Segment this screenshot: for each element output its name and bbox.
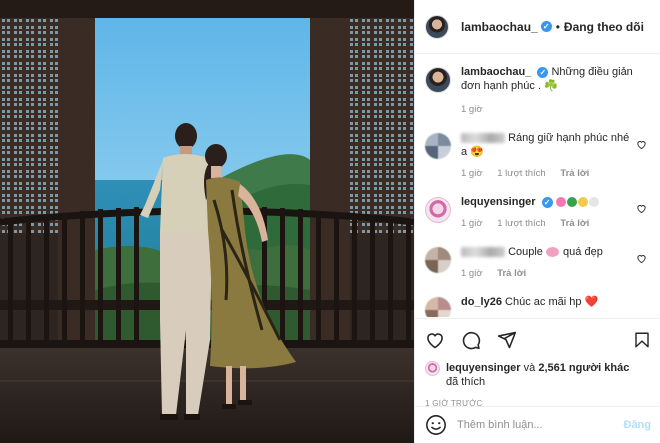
- shamrock-emoji: [566, 197, 577, 208]
- comment-time[interactable]: 1 giờ: [461, 168, 483, 179]
- post-side-panel: lambaochau_ ✓ • Đang theo dõi lambaochau…: [414, 0, 660, 443]
- others-likes-link[interactable]: 2,561 người khác: [538, 362, 629, 374]
- post-header: lambaochau_ ✓ • Đang theo dõi: [415, 0, 660, 54]
- red-heart-emoji: ❤️: [584, 296, 599, 308]
- comment: lequyensinger ✓ 1 giờ 1 lượt thích Trả l…: [425, 195, 651, 231]
- comment-icon[interactable]: [461, 330, 481, 350]
- heart-icon[interactable]: [636, 253, 647, 264]
- comment-username[interactable]: lequyensinger: [461, 196, 536, 208]
- commenter-avatar[interactable]: [425, 247, 451, 273]
- comment-likes[interactable]: 1 lượt thích: [497, 168, 546, 179]
- blurred-username[interactable]: [461, 247, 505, 258]
- comment-text: Couple: [508, 246, 543, 258]
- star-emoji: [577, 197, 588, 208]
- commenter-avatar[interactable]: [425, 133, 451, 159]
- comment-text: Chúc ac mãi hp: [505, 296, 582, 308]
- post-actions: lequyensinger và 2,561 người khác đã thí…: [415, 318, 660, 408]
- liker-avatar[interactable]: [425, 361, 440, 376]
- comment-likes[interactable]: 1 lượt thích: [497, 218, 546, 229]
- comment: Couple quá đẹp 1 giờ Trả lời: [425, 245, 651, 281]
- caption-time[interactable]: 1 giờ: [461, 104, 483, 115]
- commenter-avatar[interactable]: [425, 297, 451, 317]
- author-username[interactable]: lambaochau_: [461, 20, 538, 34]
- caption-username[interactable]: lambaochau_: [461, 66, 531, 78]
- reply-button[interactable]: Trả lời: [560, 218, 589, 229]
- heart-eyes-emoji: 😍: [470, 146, 484, 158]
- comment-composer: Đăng: [415, 406, 660, 443]
- commenter-avatar[interactable]: [425, 197, 451, 223]
- couple-emoji: [545, 247, 559, 258]
- separator-dot: •: [555, 19, 560, 34]
- author-avatar[interactable]: [425, 14, 449, 39]
- comment-text-after: quá đẹp: [563, 246, 603, 258]
- heart-icon[interactable]: [636, 203, 647, 214]
- emoji-icon[interactable]: [425, 414, 447, 436]
- post-photo[interactable]: [0, 0, 414, 443]
- comments-list[interactable]: lambaochau_ ✓ Những điều giản đơn hạnh p…: [415, 55, 660, 317]
- verified-icon: ✓: [541, 197, 553, 208]
- post-comment-button[interactable]: Đăng: [624, 419, 652, 431]
- share-icon[interactable]: [497, 330, 517, 350]
- comment: do_ly26 Chúc ac mãi hp ❤️: [425, 295, 651, 317]
- heart-icon[interactable]: [425, 330, 445, 350]
- verified-icon: ✓: [537, 67, 549, 78]
- likes-joiner: và: [523, 362, 536, 374]
- author-avatar[interactable]: [425, 67, 451, 93]
- liker-username[interactable]: lequyensinger: [446, 362, 521, 374]
- comment: Ráng giữ hạnh phúc nhé a 😍 1 giờ 1 lượt …: [425, 131, 651, 181]
- comment-username[interactable]: do_ly26: [461, 296, 502, 308]
- following-button[interactable]: Đang theo dõi: [564, 20, 644, 34]
- shamrock-emoji: ☘️: [544, 80, 558, 92]
- verified-icon: ✓: [540, 21, 552, 32]
- bookmark-icon[interactable]: [633, 330, 651, 350]
- comment-time[interactable]: 1 giờ: [461, 218, 483, 229]
- blurred-username[interactable]: [461, 133, 505, 144]
- comment-input[interactable]: [457, 419, 624, 431]
- likes-summary: lequyensinger và 2,561 người khác đã thí…: [425, 361, 651, 389]
- heart-emoji: [555, 197, 566, 208]
- likes-suffix: đã thích: [446, 376, 486, 388]
- dove-emoji: [588, 197, 599, 208]
- caption: lambaochau_ ✓ Những điều giản đơn hạnh p…: [425, 65, 651, 117]
- comment-time[interactable]: 1 giờ: [461, 268, 483, 279]
- reply-button[interactable]: Trả lời: [497, 268, 526, 279]
- reply-button[interactable]: Trả lời: [560, 168, 589, 179]
- post-image: [0, 0, 414, 443]
- heart-icon[interactable]: [636, 139, 647, 150]
